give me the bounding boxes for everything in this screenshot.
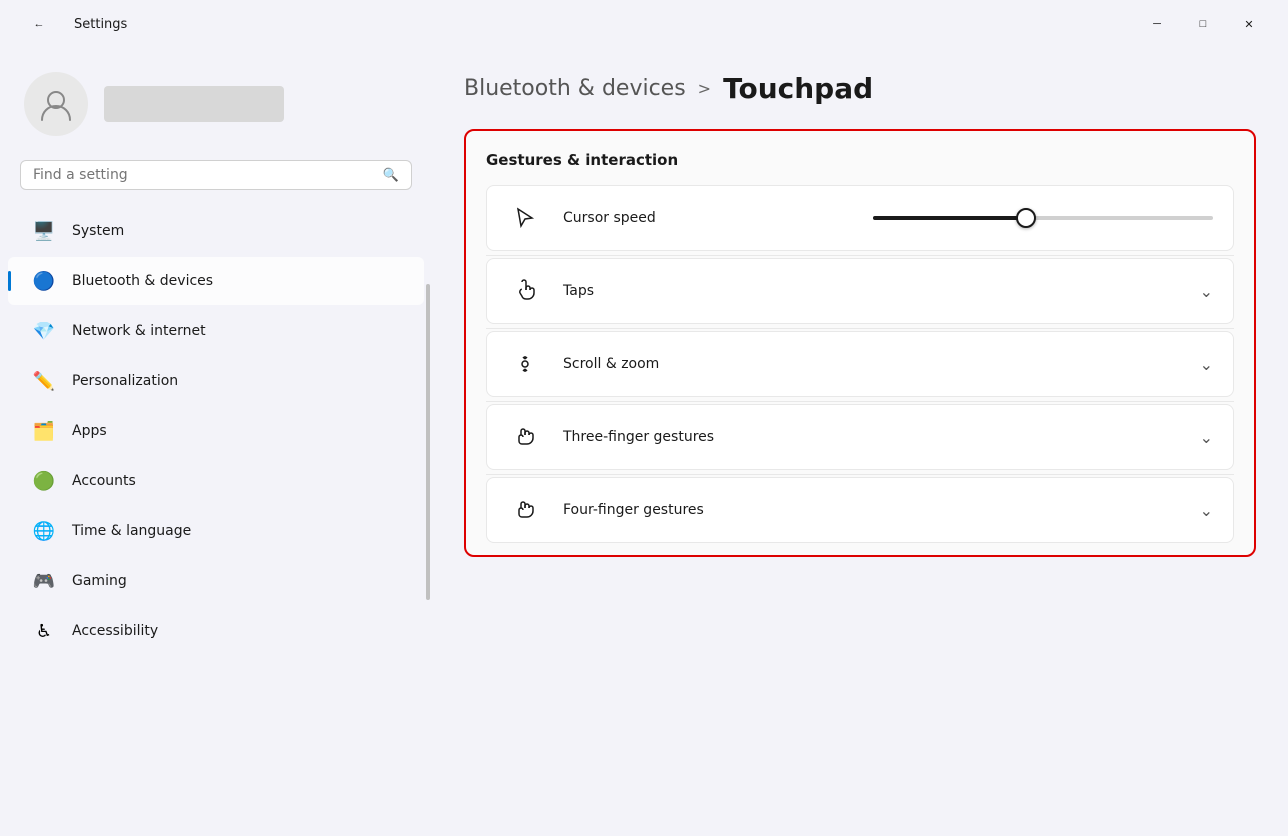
accessibility-icon: ♿ [32,619,56,643]
time-label: Time & language [72,523,191,539]
app-title: Settings [74,17,127,32]
system-icon: 🖥️ [32,219,56,243]
four-finger-icon [507,492,543,528]
cursor-speed-label: Cursor speed [563,210,873,226]
three-finger-chevron-icon: ⌄ [1200,428,1213,447]
scroll-zoom-icon [507,346,543,382]
search-input[interactable] [33,167,375,183]
window-controls: ─ □ ✕ [1134,8,1272,40]
network-label: Network & internet [72,323,206,339]
titlebar-left: ← Settings [16,8,127,40]
sidebar-item-network[interactable]: 💎 Network & internet [8,307,424,355]
breadcrumb-parent: Bluetooth & devices [464,76,686,101]
network-icon: 💎 [32,319,56,343]
user-section [0,48,432,156]
three-finger-row[interactable]: Three-finger gestures ⌄ [486,404,1234,470]
scroll-zoom-chevron-icon: ⌄ [1200,355,1213,374]
back-button[interactable]: ← [16,8,62,40]
titlebar: ← Settings ─ □ ✕ [0,0,1288,48]
four-finger-row[interactable]: Four-finger gestures ⌄ [486,477,1234,543]
apps-icon: 🗂️ [32,419,56,443]
cursor-speed-icon [507,200,543,236]
breadcrumb: Bluetooth & devices > Touchpad [464,72,1256,105]
scroll-zoom-control: ⌄ [1200,355,1213,374]
divider-4 [486,474,1234,475]
four-finger-control: ⌄ [1200,501,1213,520]
main-layout: 🔍 🖥️ System 🔵 Bluetooth & devices 💎 Netw… [0,48,1288,836]
three-finger-label: Three-finger gestures [563,429,1200,445]
section-title: Gestures & interaction [486,151,1234,169]
three-finger-icon [507,419,543,455]
taps-icon [507,273,543,309]
bluetooth-icon: 🔵 [32,269,56,293]
breadcrumb-current: Touchpad [723,72,873,105]
time-icon: 🌐 [32,519,56,543]
taps-row[interactable]: Taps ⌄ [486,258,1234,324]
sidebar-item-personalization[interactable]: ✏️ Personalization [8,357,424,405]
accessibility-label: Accessibility [72,623,158,639]
sidebar-item-gaming[interactable]: 🎮 Gaming [8,557,424,605]
cursor-speed-row[interactable]: Cursor speed [486,185,1234,251]
search-icon: 🔍 [383,168,399,183]
divider-3 [486,401,1234,402]
slider-fill [873,216,1026,220]
cursor-speed-slider[interactable] [873,216,1213,220]
accounts-icon: 🟢 [32,469,56,493]
sidebar: 🔍 🖥️ System 🔵 Bluetooth & devices 💎 Netw… [0,48,432,836]
sidebar-item-bluetooth[interactable]: 🔵 Bluetooth & devices [8,257,424,305]
nav-menu: 🖥️ System 🔵 Bluetooth & devices 💎 Networ… [0,206,432,656]
divider-1 [486,255,1234,256]
sidebar-item-apps[interactable]: 🗂️ Apps [8,407,424,455]
minimize-button[interactable]: ─ [1134,8,1180,40]
taps-label: Taps [563,283,1200,299]
close-button[interactable]: ✕ [1226,8,1272,40]
accounts-label: Accounts [72,473,136,489]
three-finger-control: ⌄ [1200,428,1213,447]
system-label: System [72,223,124,239]
taps-chevron-icon: ⌄ [1200,282,1213,301]
personalization-label: Personalization [72,373,178,389]
gaming-label: Gaming [72,573,127,589]
search-box[interactable]: 🔍 [20,160,412,190]
sidebar-item-time[interactable]: 🌐 Time & language [8,507,424,555]
taps-control: ⌄ [1200,282,1213,301]
sidebar-item-system[interactable]: 🖥️ System [8,207,424,255]
sidebar-scrollbar[interactable] [426,284,430,599]
bluetooth-label: Bluetooth & devices [72,273,213,289]
apps-label: Apps [72,423,107,439]
gestures-card: Gestures & interaction Cursor speed [464,129,1256,557]
sidebar-item-accessibility[interactable]: ♿ Accessibility [8,607,424,655]
user-icon [38,86,74,122]
divider-2 [486,328,1234,329]
four-finger-label: Four-finger gestures [563,502,1200,518]
content-area: Bluetooth & devices > Touchpad Gestures … [432,48,1288,836]
slider-thumb[interactable] [1016,208,1036,228]
four-finger-chevron-icon: ⌄ [1200,501,1213,520]
avatar [24,72,88,136]
gaming-icon: 🎮 [32,569,56,593]
cursor-speed-control [873,216,1213,220]
scroll-zoom-row[interactable]: Scroll & zoom ⌄ [486,331,1234,397]
scroll-zoom-label: Scroll & zoom [563,356,1200,372]
personalization-icon: ✏️ [32,369,56,393]
maximize-button[interactable]: □ [1180,8,1226,40]
sidebar-item-accounts[interactable]: 🟢 Accounts [8,457,424,505]
breadcrumb-separator: > [698,79,711,98]
username-placeholder [104,86,284,122]
